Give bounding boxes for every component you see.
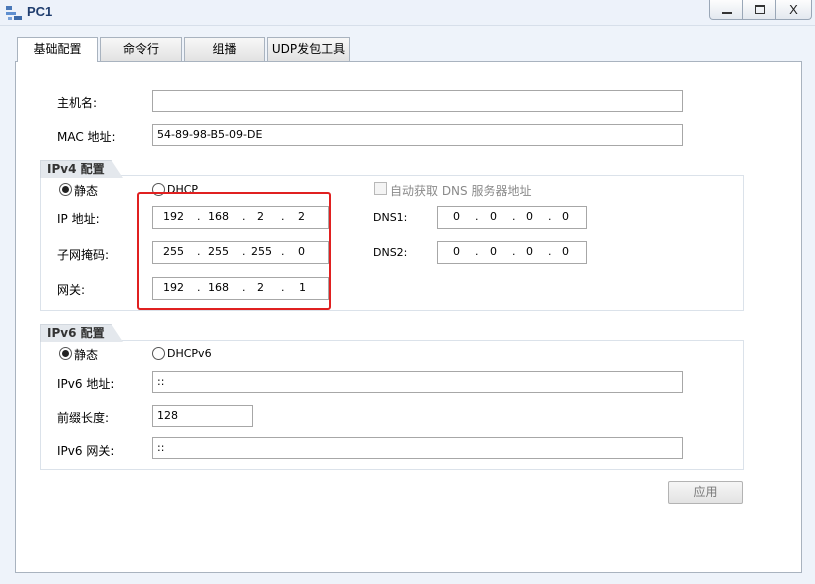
ip-dot: . <box>512 245 516 258</box>
ipv6-address-label: IPv6 地址: <box>57 377 115 391</box>
ipv4-static-label: 静态 <box>74 184 99 198</box>
ipv6-gateway-label: IPv6 网关: <box>57 444 115 458</box>
minimize-icon <box>722 12 732 14</box>
ip-octet: 0 <box>562 210 569 223</box>
auto-dns-checkbox[interactable] <box>374 182 387 195</box>
ip-dot: . <box>475 245 479 258</box>
ipv6-address-input[interactable]: :: <box>152 371 683 393</box>
auto-dns-label: 自动获取 DNS 服务器地址 <box>390 184 532 198</box>
apply-button[interactable]: 应用 <box>668 481 743 504</box>
ip-dot: . <box>512 210 516 223</box>
prefix-length-label: 前缀长度: <box>57 411 110 425</box>
ip-octet: 0 <box>453 245 460 258</box>
close-icon: X <box>789 2 798 17</box>
ip-octet: 0 <box>453 210 460 223</box>
maximize-button[interactable] <box>742 0 776 20</box>
ipv4-group-title: IPv4 配置 <box>40 160 123 178</box>
window-title: PC1 <box>27 4 53 19</box>
ip-octet: 0 <box>562 245 569 258</box>
ipv6-dhcp-label: DHCPv6 <box>167 347 212 360</box>
dns1-input[interactable]: 0 . 0 . 0 . 0 <box>437 206 587 229</box>
title-bar: PC1 X <box>0 0 815 26</box>
app-icon <box>6 6 22 20</box>
ipv4-static-radio[interactable] <box>59 183 72 196</box>
mac-label: MAC 地址: <box>57 130 116 144</box>
ipv6-dhcp-radio[interactable] <box>152 347 165 360</box>
maximize-icon <box>755 5 765 14</box>
hostname-input[interactable] <box>152 90 683 112</box>
ip-dot: . <box>475 210 479 223</box>
subnet-mask-label: 子网掩码: <box>57 248 110 262</box>
ip-octet: 0 <box>526 210 533 223</box>
ipv6-group-title: IPv6 配置 <box>40 324 123 342</box>
tab-udp-tool[interactable]: UDP发包工具 <box>267 37 350 61</box>
gateway-label: 网关: <box>57 283 86 297</box>
hostname-label: 主机名: <box>57 96 98 110</box>
minimize-button[interactable] <box>709 0 743 20</box>
ipv6-gateway-input[interactable]: :: <box>152 437 683 459</box>
ipv6-static-label: 静态 <box>74 348 99 362</box>
tab-multicast[interactable]: 组播 <box>184 37 265 61</box>
ip-octet: 0 <box>490 245 497 258</box>
ip-dot: . <box>548 210 552 223</box>
ip-address-label: IP 地址: <box>57 212 100 226</box>
ip-dot: . <box>548 245 552 258</box>
dns1-label: DNS1: <box>373 211 408 224</box>
ip-octet: 0 <box>490 210 497 223</box>
dns2-input[interactable]: 0 . 0 . 0 . 0 <box>437 241 587 264</box>
tab-command-line[interactable]: 命令行 <box>100 37 182 61</box>
ip-octet: 0 <box>526 245 533 258</box>
dns2-label: DNS2: <box>373 246 408 259</box>
ipv6-static-radio[interactable] <box>59 347 72 360</box>
mac-input[interactable]: 54-89-98-B5-09-DE <box>152 124 683 146</box>
highlight-box <box>137 192 331 310</box>
tab-basic-config[interactable]: 基础配置 <box>17 37 98 62</box>
prefix-length-input[interactable]: 128 <box>152 405 253 427</box>
close-button[interactable]: X <box>775 0 812 20</box>
